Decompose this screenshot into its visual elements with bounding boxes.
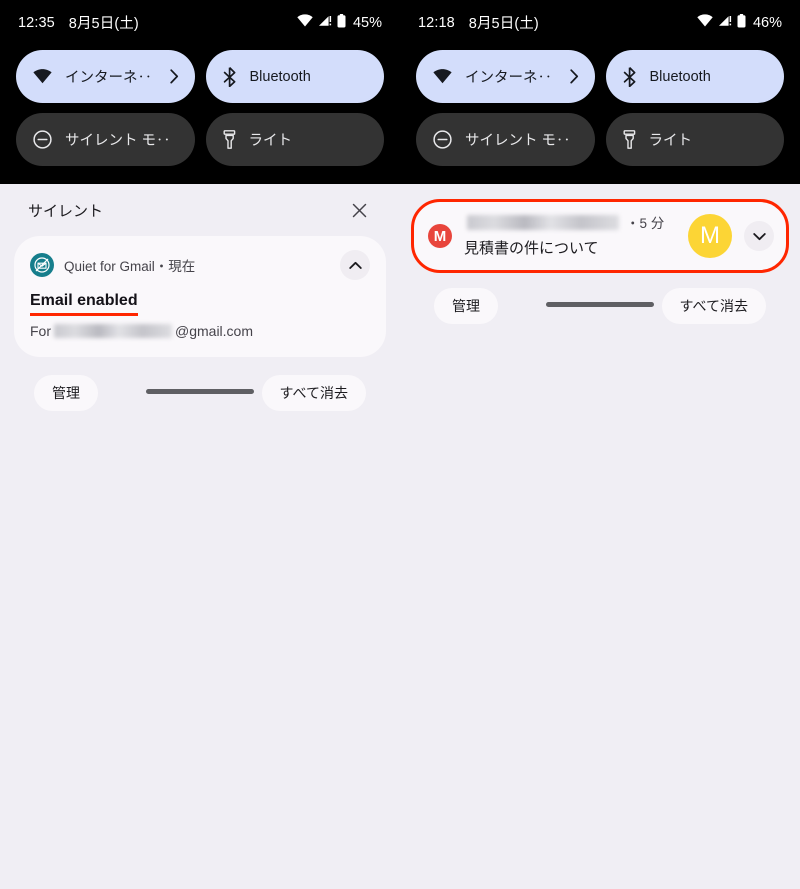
status-time: 12:18 [418, 14, 455, 31]
nav-handle-wrap-right [400, 284, 800, 324]
qs-tile-dnd[interactable]: サイレント モ‥ [16, 113, 195, 166]
qs-tile-label: ライト [648, 133, 693, 149]
chevron-right-icon[interactable] [169, 69, 179, 84]
home-gesture-handle[interactable] [546, 301, 654, 307]
screenshot-comparison: 12:35 8月5日(土) 45% インターネ‥ Bluetooth サイレント… [0, 0, 800, 889]
do-not-disturb-icon [33, 130, 52, 149]
qs-tile-label: サイレント モ‥ [65, 133, 171, 149]
chevron-right-icon[interactable] [569, 69, 579, 84]
qs-tile-label: Bluetooth [249, 68, 311, 85]
status-bar-left-group: 12:35 8月5日(土) [18, 12, 139, 33]
gmail-icon: M [428, 224, 452, 248]
battery-icon [337, 13, 346, 32]
notification-time: ・5 分 [626, 216, 665, 231]
qs-tile-flashlight[interactable]: ライト [605, 113, 784, 166]
bluetooth-icon [623, 66, 637, 87]
cellular-signal-icon [718, 14, 732, 31]
qs-tile-internet[interactable]: インターネ‥ [416, 50, 595, 103]
qs-tile-internet[interactable]: インターネ‥ [16, 50, 195, 103]
notification-shade-right: M ・5 分 見積書の件について M 管理 すべて消去 [400, 184, 800, 324]
battery-icon [737, 13, 746, 32]
quick-settings-grid-left: インターネ‥ Bluetooth サイレント モ‥ ライト [0, 45, 400, 184]
bluetooth-icon [223, 66, 237, 87]
battery-percentage: 45% [352, 14, 382, 31]
screen-left: 12:35 8月5日(土) 45% インターネ‥ Bluetooth サイレント… [0, 0, 400, 889]
notification-title: Email enabled [30, 292, 138, 309]
flashlight-icon [223, 130, 236, 149]
highlight-underline [30, 313, 138, 316]
status-date: 8月5日(土) [68, 16, 139, 32]
quick-settings-grid-right: インターネ‥ Bluetooth サイレント モ‥ ライト [400, 45, 800, 184]
quiet-for-gmail-icon [30, 253, 54, 277]
avatar: M [688, 214, 732, 258]
system-dark-area-right: 12:18 8月5日(土) 46% インターネ‥ Bluetooth サイレント… [400, 0, 800, 184]
battery-percentage: 46% [752, 14, 782, 31]
close-icon[interactable] [346, 197, 372, 223]
qs-tile-label: インターネ‥ [465, 70, 552, 86]
chevron-down-icon[interactable] [744, 221, 774, 251]
notification-shade-left: サイレント Quiet for Gmail・現在 Email enabled F… [0, 184, 400, 411]
redacted-email-local-part [54, 324, 172, 338]
status-bar-right-group: 45% [297, 13, 382, 32]
notification-card-gmail[interactable]: M ・5 分 見積書の件について M [411, 199, 789, 273]
notification-body-suffix: @gmail.com [175, 323, 254, 339]
avatar-letter: M [700, 222, 720, 249]
qs-tile-label: サイレント モ‥ [465, 133, 571, 149]
notification-compact-row: M ・5 分 見積書の件について M [414, 202, 786, 270]
screen-right: 12:18 8月5日(土) 46% インターネ‥ Bluetooth サイレント… [400, 0, 800, 889]
gmail-icon-letter: M [433, 227, 447, 245]
cellular-signal-icon [318, 14, 332, 31]
notification-title-wrap: Email enabled [30, 280, 370, 316]
wifi-icon [297, 14, 313, 31]
home-gesture-handle[interactable] [146, 388, 254, 394]
shade-section-title: サイレント [28, 202, 104, 220]
chevron-up-icon[interactable] [340, 250, 370, 280]
qs-tile-label: ライト [248, 133, 293, 149]
notification-app-name: Quiet for Gmail・現在 [64, 259, 196, 274]
notification-header-row: Quiet for Gmail・現在 [30, 250, 370, 280]
status-bar-left: 12:35 8月5日(土) 45% [0, 0, 400, 45]
status-bar-left-group: 12:18 8月5日(土) [418, 12, 539, 33]
wifi-icon [697, 14, 713, 31]
notification-sender-row: ・5 分 [464, 214, 676, 231]
qs-tile-flashlight[interactable]: ライト [205, 113, 384, 166]
shade-header-left: サイレント [14, 184, 386, 236]
notification-subject: 見積書の件について [464, 240, 599, 257]
wifi-icon [33, 69, 52, 84]
qs-tile-dnd[interactable]: サイレント モ‥ [416, 113, 595, 166]
shade-top-spacer [414, 184, 786, 202]
do-not-disturb-icon [433, 130, 452, 149]
status-bar-right: 12:18 8月5日(土) 46% [400, 0, 800, 45]
system-dark-area-left: 12:35 8月5日(土) 45% インターネ‥ Bluetooth サイレント… [0, 0, 400, 184]
status-bar-right-group: 46% [697, 13, 782, 32]
qs-tile-label: インターネ‥ [65, 70, 152, 86]
notification-text-block: ・5 分 見積書の件について [464, 214, 676, 258]
redacted-sender-name [467, 214, 619, 230]
qs-tile-label: Bluetooth [649, 68, 711, 85]
status-time: 12:35 [18, 14, 55, 31]
qs-tile-bluetooth[interactable]: Bluetooth [605, 50, 784, 103]
wifi-icon [433, 69, 452, 84]
notification-card-quiet-for-gmail[interactable]: Quiet for Gmail・現在 Email enabled For @gm… [14, 236, 386, 357]
nav-handle-wrap-left [0, 371, 400, 411]
qs-tile-bluetooth[interactable]: Bluetooth [205, 50, 384, 103]
flashlight-icon [623, 130, 636, 149]
notification-body-prefix: For [30, 323, 51, 339]
status-date: 8月5日(土) [468, 16, 539, 32]
notification-body: For @gmail.com [30, 323, 370, 339]
